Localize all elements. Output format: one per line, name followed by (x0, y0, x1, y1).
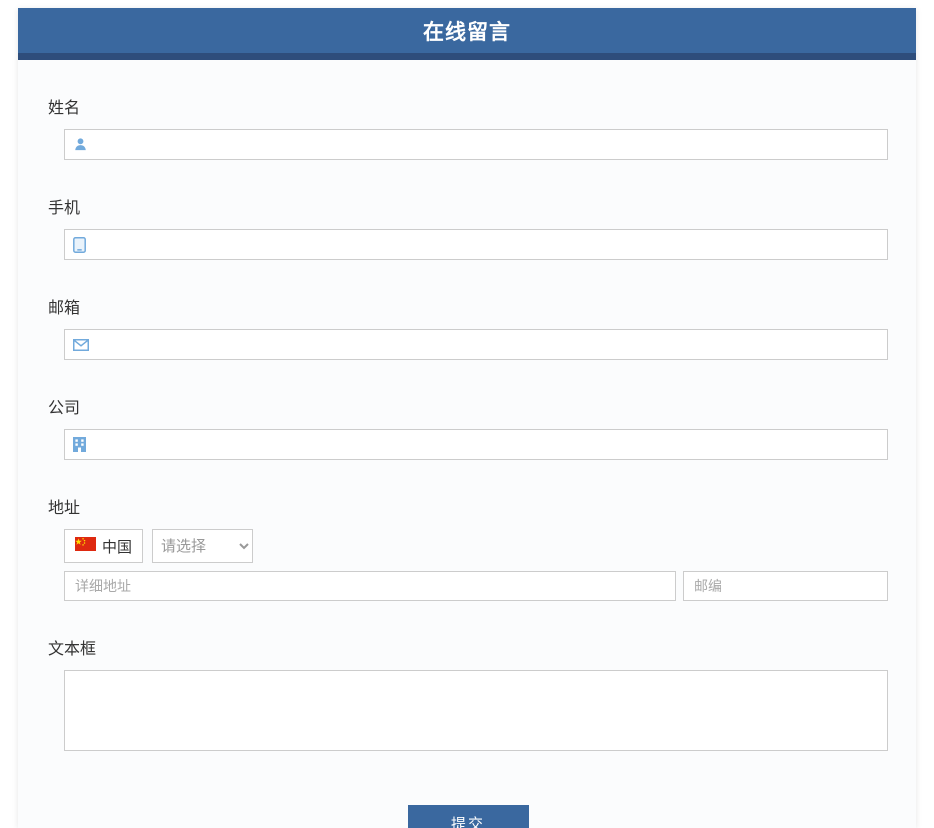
message-textarea[interactable] (64, 670, 888, 751)
building-icon (73, 437, 86, 452)
company-input[interactable] (93, 430, 879, 459)
message-form-card: 在线留言 姓名 手机 邮箱 (18, 8, 916, 828)
name-field-group: 姓名 (48, 94, 888, 160)
name-label: 姓名 (48, 94, 888, 118)
email-label: 邮箱 (48, 294, 888, 318)
phone-icon (73, 237, 86, 253)
submit-button[interactable]: 提交 (408, 805, 529, 828)
address-label: 地址 (48, 494, 888, 518)
form-content: 姓名 手机 邮箱 (18, 60, 916, 828)
message-label: 文本框 (48, 635, 888, 659)
mail-icon (73, 339, 89, 351)
form-header: 在线留言 (18, 8, 916, 60)
mobile-input[interactable] (93, 230, 879, 259)
page-title: 在线留言 (423, 16, 511, 46)
user-icon (73, 137, 88, 152)
submit-row: 提交 (48, 805, 888, 828)
name-input-box (64, 129, 888, 160)
address-row-detail (64, 571, 888, 601)
message-field-group: 文本框 (48, 635, 888, 751)
mobile-label: 手机 (48, 194, 888, 218)
country-name: 中国 (102, 536, 132, 557)
email-field-group: 邮箱 (48, 294, 888, 360)
region-select[interactable]: 请选择 (152, 529, 253, 563)
address-detail-input[interactable] (64, 571, 676, 601)
company-input-box (64, 429, 888, 460)
country-selector[interactable]: 中国 (64, 529, 143, 563)
address-row-country: 中国 请选择 (64, 529, 888, 563)
address-field-group: 地址 中国 请选择 (48, 494, 888, 601)
zip-code-input[interactable] (683, 571, 888, 601)
name-input[interactable] (95, 130, 879, 159)
china-flag-icon (75, 537, 96, 556)
email-input-box (64, 329, 888, 360)
company-field-group: 公司 (48, 394, 888, 460)
mobile-input-box (64, 229, 888, 260)
company-label: 公司 (48, 394, 888, 418)
mobile-field-group: 手机 (48, 194, 888, 260)
email-input[interactable] (96, 330, 879, 359)
